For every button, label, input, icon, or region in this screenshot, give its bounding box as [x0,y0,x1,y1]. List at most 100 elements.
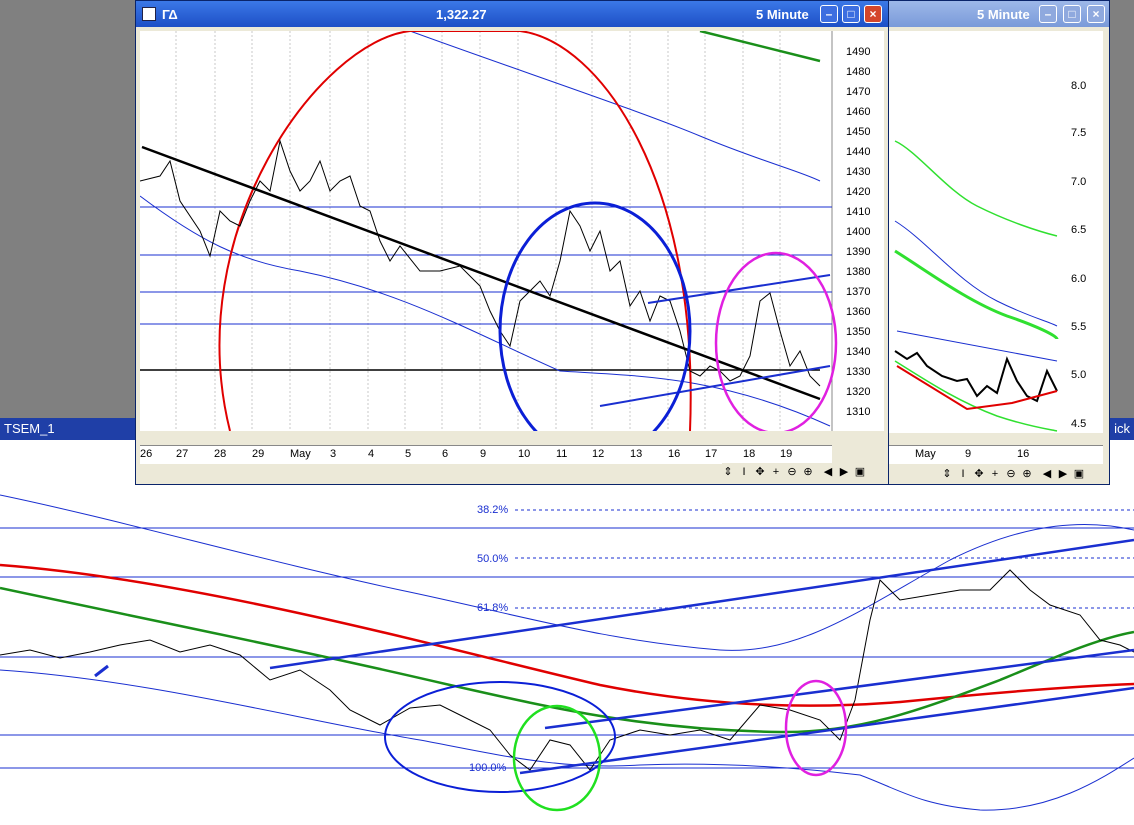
move-icon[interactable]: ✥ [754,465,766,479]
main-y-tick: 1350 [846,326,871,338]
main-x-tick: 26 [140,448,153,460]
fib-label-1000: 100.0% [469,762,507,774]
main-x-tick: 17 [705,448,718,460]
second-y-tick: 4.5 [1071,418,1087,430]
main-x-tick: 6 [442,448,449,460]
blue-channel-upper [647,274,831,304]
main-y-tick: 1330 [846,366,871,378]
trend-channel-lower [519,686,1134,775]
scroll-left-icon[interactable]: ◀ [1041,467,1053,481]
main-date-axis: 26 27 28 29 May 3 4 5 6 9 10 11 12 13 16… [140,445,832,464]
blue-band-line [894,220,1058,327]
second-red-trend [896,365,1058,411]
main-x-tick: 29 [252,448,265,460]
main-y-tick: 1450 [846,126,871,138]
main-x-tick: 27 [176,448,189,460]
upper-band-curve [409,30,821,182]
main-y-tick: 1390 [846,246,871,258]
upper-band [0,494,1134,651]
background-chart: 38.2% 50.0% 61.8% 100.0% [0,494,1134,812]
scroll-left-icon[interactable]: ◀ [822,465,834,479]
main-chart-plot[interactable]: 1490 1480 1470 1460 1450 1440 1430 1420 … [139,29,884,461]
cursor-icon[interactable]: I [957,467,969,481]
price-line [0,569,1134,771]
zoom-in-icon[interactable]: ⊕ [1021,467,1033,481]
main-x-tick: 18 [743,448,756,460]
second-chart-window[interactable]: 5 Minute – □ × 8.0 7.5 7.0 6.5 6.0 5.5 5… [880,0,1110,485]
fib-label-500: 50.0% [477,553,508,565]
maximize-icon[interactable]: □ [1063,5,1081,23]
main-y-tick: 1480 [846,66,871,78]
main-y-tick: 1340 [846,346,871,358]
second-x-tick: 9 [965,448,972,460]
second-blue-line [896,330,1058,362]
second-window-interval: 5 Minute [977,7,1030,22]
scroll-icon[interactable]: ⇕ [941,467,953,481]
main-y-tick: 1470 [846,86,871,98]
second-y-tick: 7.0 [1071,176,1087,188]
main-chart-window[interactable]: ΓΔ 1,322.27 5 Minute – □ × 1490 1480 147… [135,0,889,485]
main-window-interval: 5 Minute [756,7,809,22]
pan-icon[interactable]: + [989,467,1001,481]
main-x-tick: 28 [214,448,227,460]
main-y-tick: 1430 [846,166,871,178]
main-chart-svg [139,29,838,461]
main-x-tick: 9 [480,448,487,460]
main-window-titlebar[interactable]: ΓΔ 1,322.27 5 Minute – □ × [136,1,888,27]
main-x-tick: 11 [556,448,568,460]
green-band-line [894,140,1058,237]
zoom-out-icon[interactable]: ⊖ [1005,467,1017,481]
main-x-tick: 5 [405,448,412,460]
main-x-tick: 3 [330,448,337,460]
main-y-tick: 1380 [846,266,871,278]
maximize-icon[interactable]: □ [842,5,860,23]
main-y-tick: 1320 [846,386,871,398]
blue-channel-lower [599,365,831,407]
main-x-tick: 10 [518,448,531,460]
main-x-tick: 13 [630,448,643,460]
window-menu-icon[interactable]: ▣ [1073,467,1085,481]
second-window-titlebar[interactable]: 5 Minute – □ × [881,1,1109,27]
main-y-tick: 1460 [846,106,871,118]
app-icon [142,7,156,21]
second-y-tick: 5.0 [1071,369,1087,381]
second-chart-plot[interactable]: 8.0 7.5 7.0 6.5 6.0 5.5 5.0 4.5 [887,31,1103,433]
main-window-price: 1,322.27 [436,7,487,22]
main-y-tick: 1410 [846,206,871,218]
scroll-right-icon[interactable]: ▶ [838,465,850,479]
arrow-marker [94,664,109,678]
pan-icon[interactable]: + [770,465,782,479]
second-y-tick: 5.5 [1071,321,1087,333]
scroll-icon[interactable]: ⇕ [722,465,734,479]
fib-label-382: 38.2% [477,504,508,516]
green-ellipse [512,704,602,812]
scroll-right-icon[interactable]: ▶ [1057,467,1069,481]
window-menu-icon[interactable]: ▣ [854,465,866,479]
zoom-in-icon[interactable]: ⊕ [802,465,814,479]
main-y-tick: 1370 [846,286,871,298]
move-icon[interactable]: ✥ [973,467,985,481]
second-y-tick: 6.5 [1071,224,1087,236]
red-moving-average [0,563,1134,707]
main-y-tick: 1400 [846,226,871,238]
green-trend-line [699,29,821,63]
second-x-tick: May [915,448,936,460]
minimize-icon[interactable]: – [820,5,838,23]
main-x-tick: 4 [368,448,375,460]
second-x-tick: 16 [1017,448,1030,460]
main-x-tick: 19 [780,448,793,460]
blue-ellipse [384,681,616,793]
main-x-tick: 16 [668,448,681,460]
main-y-tick: 1490 [846,46,871,58]
zoom-out-icon[interactable]: ⊖ [786,465,798,479]
close-icon[interactable]: × [864,5,882,23]
green-ma-line [894,249,1059,340]
main-y-tick: 1360 [846,306,871,318]
close-icon[interactable]: × [1087,5,1105,23]
second-y-tick: 8.0 [1071,80,1087,92]
main-window-title: ΓΔ [162,7,178,22]
minimize-icon[interactable]: – [1039,5,1057,23]
main-y-tick: 1310 [846,406,871,418]
main-y-tick: 1420 [846,186,871,198]
cursor-icon[interactable]: I [738,465,750,479]
